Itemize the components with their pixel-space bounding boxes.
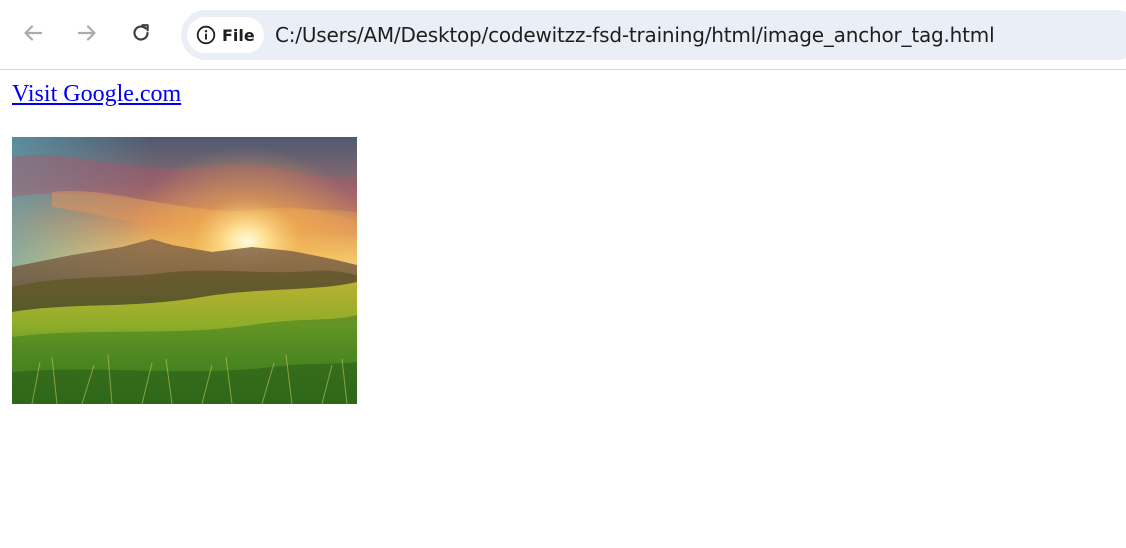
info-icon: [195, 24, 217, 46]
back-button[interactable]: [13, 15, 53, 55]
url-text[interactable]: C:/Users/AM/Desktop/codewitzz-fsd-traini…: [275, 10, 995, 60]
reload-icon: [130, 22, 152, 49]
page-content: Visit Google.com: [0, 71, 1126, 548]
visit-google-link[interactable]: Visit Google.com: [12, 81, 181, 108]
reload-button[interactable]: [121, 15, 161, 55]
forward-button[interactable]: [67, 15, 107, 55]
sunrise-landscape-image[interactable]: [12, 137, 357, 404]
address-bar[interactable]: File C:/Users/AM/Desktop/codewitzz-fsd-t…: [181, 10, 1126, 60]
browser-toolbar: File C:/Users/AM/Desktop/codewitzz-fsd-t…: [0, 0, 1126, 70]
arrow-left-icon: [22, 22, 44, 49]
arrow-right-icon: [76, 22, 98, 49]
site-info-chip[interactable]: File: [187, 17, 264, 53]
site-info-label: File: [222, 25, 255, 45]
